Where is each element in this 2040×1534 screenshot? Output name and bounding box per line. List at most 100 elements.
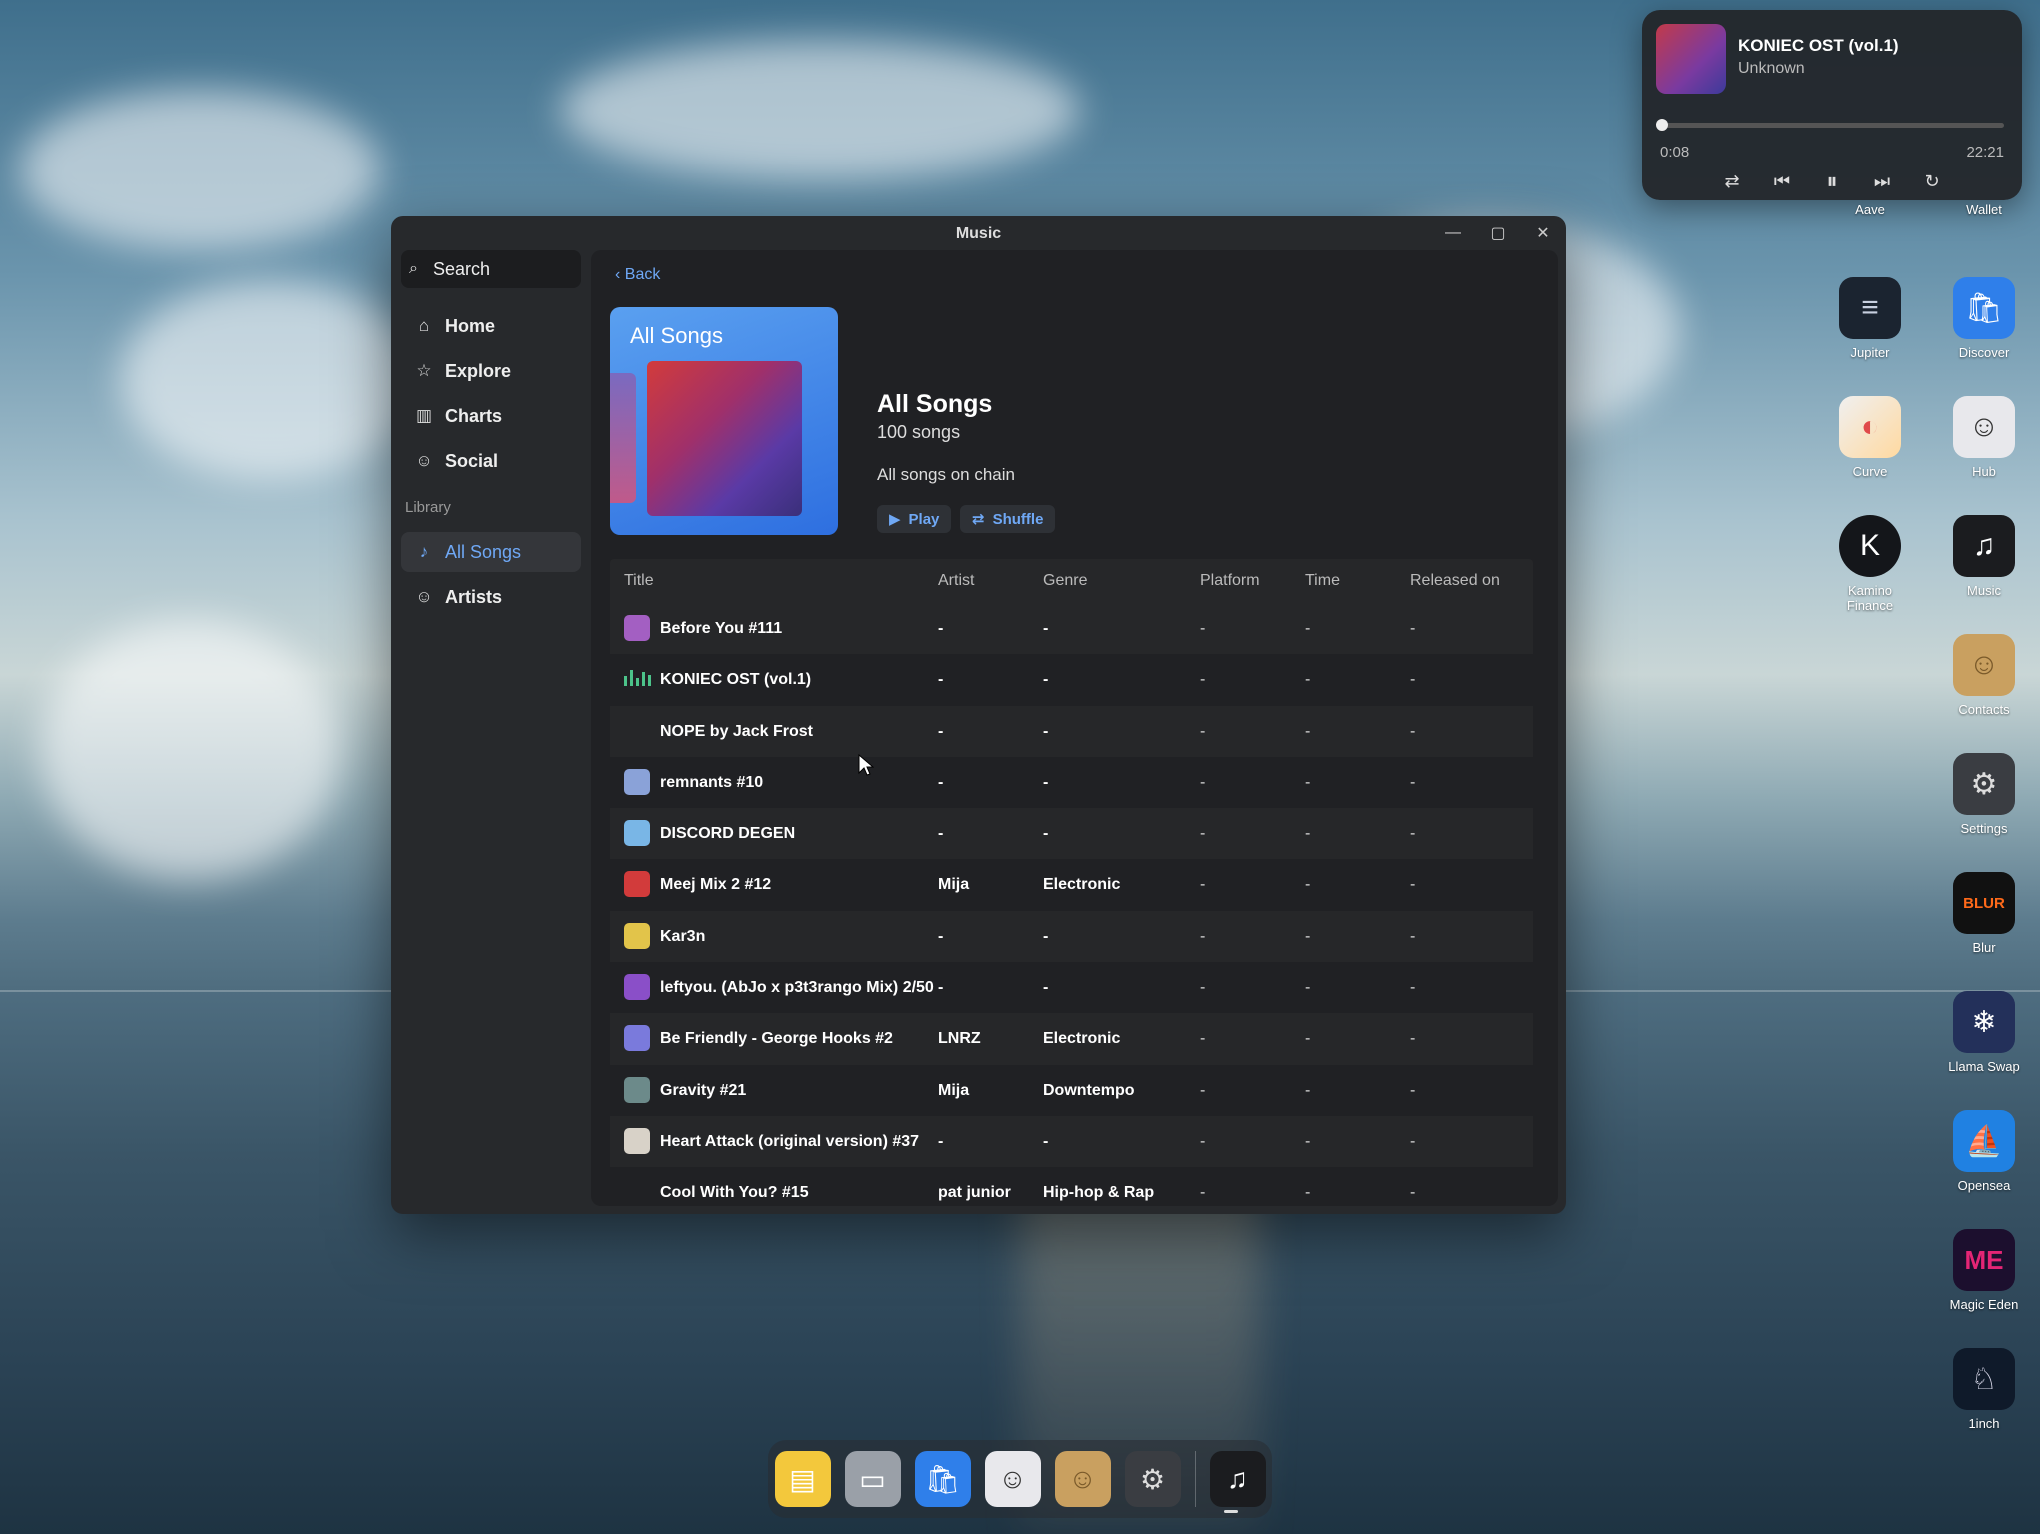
song-artist: - [938, 927, 944, 945]
column-header-time[interactable]: Time [1305, 572, 1340, 590]
desktop-icon-opensea[interactable]: ⛵ Opensea [1934, 1110, 2034, 1193]
unicorn-icon: ♘ [1953, 1348, 2015, 1410]
table-row[interactable]: Cool With You? #15 pat junior Hip-hop & Ra… [610, 1167, 1533, 1206]
music-window: Music — ▢ ✕ ⌕ Search ⌂ Home ☆ Explore ▥ … [391, 216, 1566, 1214]
desktop-icon-contacts[interactable]: ☺ Contacts [1934, 634, 2034, 717]
desktop-icon-jupiter[interactable]: ≡ Jupiter [1820, 277, 1920, 360]
cover-artwork-secondary [610, 373, 636, 503]
desktop-icon-wallet[interactable]: Wallet [1934, 196, 2034, 217]
shopping-bag-icon[interactable]: 🛍 [914, 1451, 971, 1507]
column-header-genre[interactable]: Genre [1043, 572, 1087, 590]
song-time: - [1305, 825, 1311, 843]
nav-item-social[interactable]: ☺ Social [401, 441, 581, 481]
desktop-icon-llamaswap[interactable]: ❄ Llama Swap [1934, 991, 2034, 1074]
song-artist: - [938, 979, 944, 997]
song-platform: - [1200, 773, 1206, 791]
table-row[interactable]: Before You #111 - - - - - [610, 603, 1533, 655]
song-title: Heart Attack (original version) #37 [660, 1132, 920, 1150]
song-genre: Electronic [1043, 1030, 1121, 1048]
cloud [560, 40, 1080, 180]
song-genre: - [1043, 620, 1049, 637]
now-playing-widget[interactable]: KONIEC OST (vol.1) Unknown 0:08 22:21 ⇄ … [1642, 10, 2022, 200]
table-row[interactable]: Meej Mix 2 #12 Mija Electronic - - - [610, 859, 1533, 911]
close-icon[interactable]: ✕ [1531, 222, 1555, 244]
nav-item-home[interactable]: ⌂ Home [401, 306, 581, 346]
table-row[interactable]: leftyou. (AbJo x p3t3rango Mix) 2/50- - - -… [610, 962, 1533, 1014]
play-button[interactable]: ▶ Play [877, 505, 952, 533]
shuffle-icon[interactable]: ⇄ [1721, 170, 1743, 192]
back-link[interactable]: ‹ Back [615, 266, 660, 284]
table-row[interactable]: Gravity #21 Mija Downtempo - - - [610, 1064, 1533, 1116]
title-bar[interactable]: Music — ▢ ✕ [391, 216, 1566, 250]
song-genre: Downtempo [1043, 1081, 1135, 1099]
maximize-icon[interactable]: ▢ [1486, 222, 1510, 244]
song-time: - [1305, 1132, 1311, 1150]
song-released: - [1410, 1132, 1416, 1150]
nav-item-charts[interactable]: ▥ Charts [401, 396, 581, 436]
table-row[interactable]: Kar3n - - - - - [610, 910, 1533, 963]
song-thumbnail [624, 1127, 650, 1154]
music-note-icon[interactable]: ♫ [1209, 1451, 1266, 1507]
song-artist: - [938, 620, 944, 637]
table-row[interactable]: KONIEC OST (vol.1) - - - - - [610, 654, 1533, 706]
desktop-icon-1inch[interactable]: ♘ 1inch [1934, 1348, 2034, 1431]
desktop-icon-kamino[interactable]: K Kamino Finance [1820, 515, 1920, 613]
shuffle-button[interactable]: ⇄ Shuffle [960, 505, 1056, 533]
music-note-icon: ♫ [1953, 515, 2015, 577]
person-icon[interactable]: ☺ [984, 1451, 1041, 1507]
home-icon: ⌂ [418, 316, 430, 335]
minimize-icon[interactable]: — [1441, 222, 1465, 244]
column-header-released[interactable]: Released on [1410, 572, 1500, 590]
song-artist: - [938, 825, 944, 843]
pause-icon[interactable]: ⏸ [1821, 168, 1843, 193]
column-header-platform[interactable]: Platform [1200, 572, 1260, 590]
nav-item-all-songs[interactable]: ♪ All Songs [401, 532, 581, 572]
song-time: - [1305, 1081, 1311, 1099]
desktop-icon-hub[interactable]: ☺ Hub [1934, 396, 2034, 479]
song-released: - [1410, 927, 1416, 945]
desktop-icon-magiceden[interactable]: ME Magic Eden [1934, 1229, 2034, 1312]
song-time: - [1305, 773, 1311, 791]
song-artist: pat junior [938, 1184, 1011, 1202]
sailboat-icon: ⛵ [1953, 1110, 2015, 1172]
previous-icon[interactable]: ⏮ [1771, 170, 1793, 192]
table-row[interactable]: Heart Attack (original version) #37- - - - - [610, 1115, 1533, 1168]
table-row[interactable]: DISCORD DEGEN - - - - - [610, 808, 1533, 860]
desktop-icon-blur[interactable]: BLUR Blur [1934, 872, 2034, 955]
repeat-icon[interactable]: ↻ [1921, 170, 1943, 192]
now-playing-title: KONIEC OST (vol.1) [1738, 36, 1899, 55]
jupiter-icon: ≡ [1839, 277, 1901, 339]
song-genre: - [1043, 927, 1049, 945]
next-icon[interactable]: ⏭ [1871, 170, 1893, 192]
search-input[interactable]: ⌕ Search [401, 250, 581, 288]
song-platform: - [1200, 1030, 1206, 1048]
back-label: Back [624, 266, 661, 283]
contacts-book-icon[interactable]: ☺ [1054, 1451, 1111, 1507]
desktop-icon-label: Discover [1958, 345, 2010, 360]
star-icon: ☆ [416, 361, 432, 380]
nav-item-explore[interactable]: ☆ Explore [401, 351, 581, 391]
song-released: - [1410, 620, 1416, 637]
main-content: ‹ Back All Songs All Songs 100 songs All… [591, 250, 1558, 1206]
wallet-icon[interactable]: ▭ [844, 1451, 901, 1507]
search-icon: ⌕ [409, 260, 418, 277]
desktop-icon-curve[interactable]: ◐ Curve [1820, 396, 1920, 479]
desktop-icon-discover[interactable]: 🛍 Discover [1934, 277, 2034, 360]
progress-knob[interactable] [1656, 119, 1668, 131]
progress-bar[interactable] [1660, 123, 2004, 128]
column-header-artist[interactable]: Artist [938, 572, 974, 590]
column-header-title[interactable]: Title [624, 572, 654, 590]
table-row[interactable]: remnants #10 - - - - - [610, 756, 1533, 809]
nav-item-artists[interactable]: ☺ Artists [401, 577, 581, 617]
desktop-icon-music[interactable]: ♫ Music [1934, 515, 2034, 598]
song-thumbnail [624, 615, 650, 641]
song-time: - [1305, 671, 1311, 689]
song-genre: - [1043, 773, 1049, 791]
folder-icon[interactable]: ▤ [774, 1451, 831, 1507]
desktop-icon-settings[interactable]: ⚙ Settings [1934, 753, 2034, 836]
table-row[interactable]: Be Friendly - George Hooks #2 LNRZ Electro… [610, 1013, 1533, 1065]
dock-separator [1194, 1451, 1196, 1507]
desktop-icon-aave[interactable]: Aave [1820, 196, 1920, 217]
table-row[interactable]: NOPE by Jack Frost - - - - - [610, 705, 1533, 757]
gear-icon[interactable]: ⚙ [1124, 1451, 1181, 1507]
